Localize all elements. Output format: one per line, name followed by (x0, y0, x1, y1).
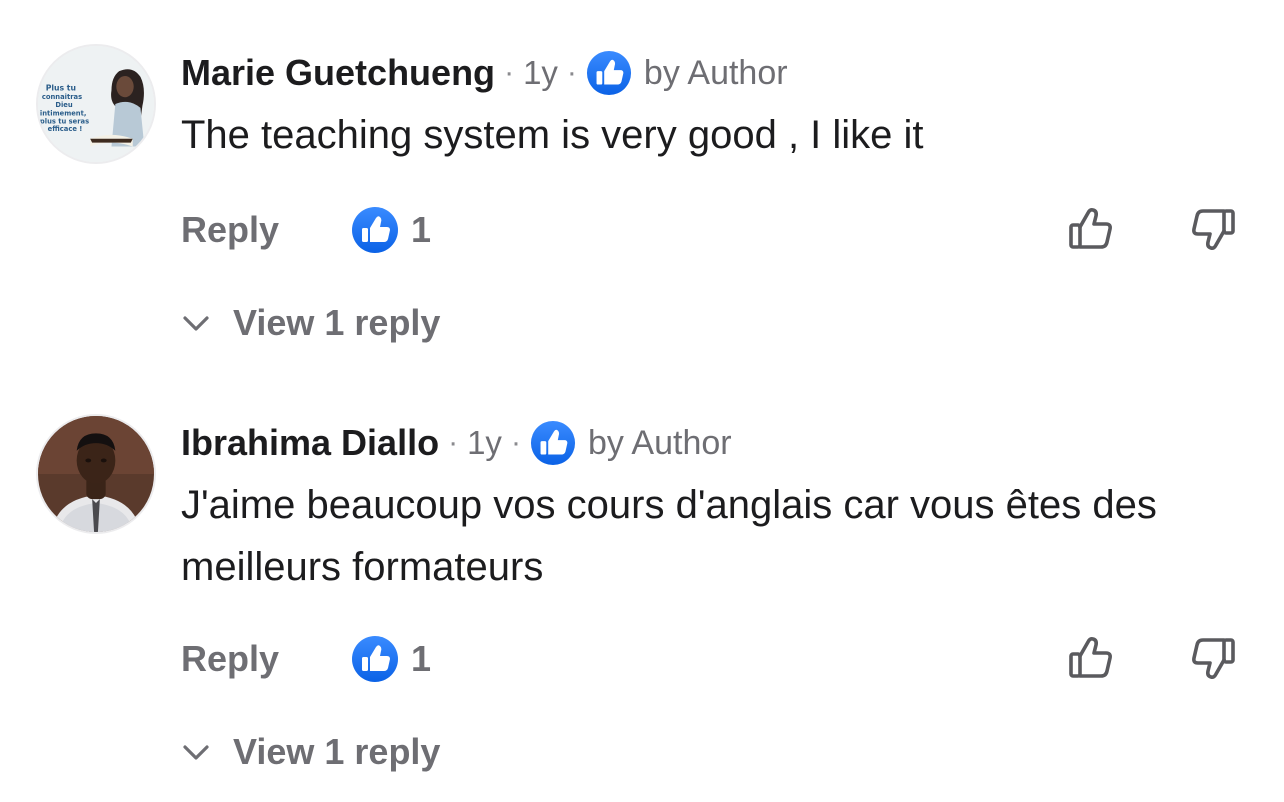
comment-actions: Reply 1 (181, 629, 431, 689)
separator-dot: · (504, 56, 515, 89)
avatar-caption-line: Dieu (55, 101, 72, 109)
view-replies-label: View 1 reply (233, 731, 441, 772)
reply-button[interactable]: Reply (181, 209, 279, 251)
comment-header: Ibrahima Diallo · 1y · by Author (181, 420, 732, 466)
view-replies-button[interactable]: View 1 reply (181, 731, 440, 773)
comment-time: 1y (523, 54, 558, 91)
comments-list: Plus tu connaitras Dieu intimement, plus… (0, 0, 1284, 802)
thumbs-down-icon[interactable] (1186, 632, 1238, 684)
author-name[interactable]: Marie Guetchueng (181, 52, 495, 94)
like-reaction-icon (351, 635, 399, 683)
view-replies-label: View 1 reply (233, 302, 441, 343)
separator-dot: · (566, 56, 577, 89)
comment-text: J'aime beaucoup vos cours d'anglais car … (181, 483, 1157, 589)
thumbs-up-icon[interactable] (1066, 203, 1118, 255)
like-count: 1 (411, 209, 432, 250)
comment-time: 1y (467, 424, 502, 461)
like-count: 1 (411, 638, 432, 679)
chevron-down-icon (181, 308, 211, 338)
thumbs-down-icon[interactable] (1186, 203, 1238, 255)
avatar-caption-line: efficace ! (48, 125, 83, 133)
comment-text: The teaching system is very good , I lik… (181, 113, 924, 157)
separator-dot: · (510, 426, 521, 459)
by-author-label: by Author (587, 423, 732, 462)
thumbs-up-badge-icon (530, 420, 576, 466)
avatar[interactable]: Plus tu connaitras Dieu intimement, plus… (36, 44, 156, 164)
reaction-summary[interactable]: 1 (351, 206, 431, 254)
author-name[interactable]: Ibrahima Diallo (181, 422, 439, 464)
separator-dot: · (448, 426, 459, 459)
comment-actions: Reply 1 (181, 200, 431, 260)
chevron-down-icon (181, 737, 211, 767)
avatar-caption-line: Plus tu (46, 83, 76, 92)
comment-header: Marie Guetchueng · 1y · by Author (181, 50, 788, 96)
like-reaction-icon (351, 206, 399, 254)
thumbs-up-badge-icon (586, 50, 632, 96)
view-replies-button[interactable]: View 1 reply (181, 302, 440, 344)
avatar[interactable] (36, 414, 156, 534)
reply-button[interactable]: Reply (181, 638, 279, 680)
by-author-label: by Author (643, 53, 788, 92)
reaction-summary[interactable]: 1 (351, 635, 431, 683)
thumbs-up-icon[interactable] (1066, 632, 1118, 684)
